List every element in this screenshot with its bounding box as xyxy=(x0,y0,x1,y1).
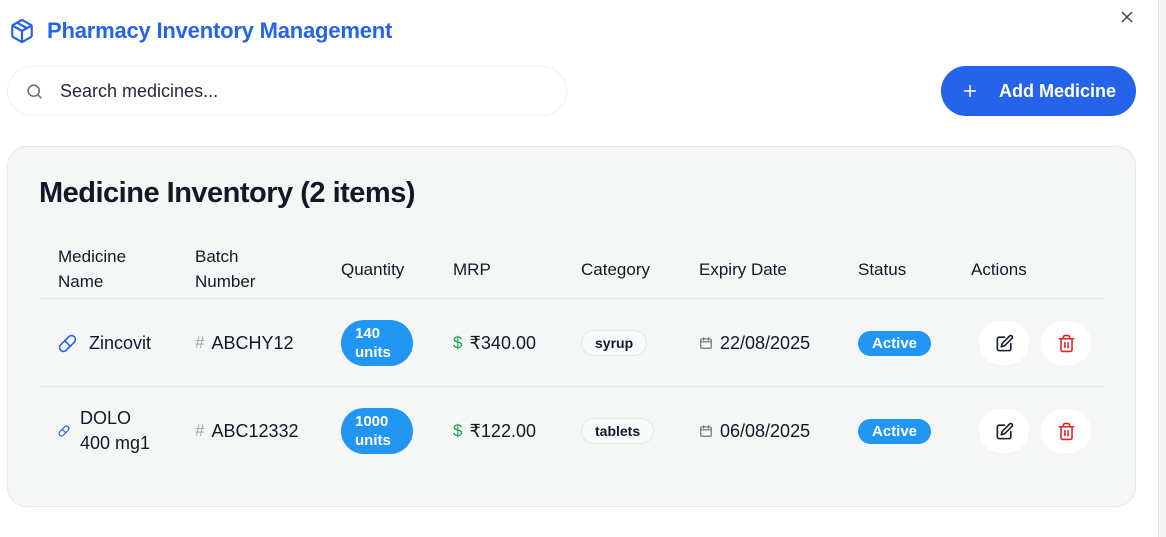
table-row: Zincovit # ABCHY12 140 units $ ₹340.00 s… xyxy=(39,299,1106,387)
status-cell: Active xyxy=(858,387,958,475)
expiry-cell: 06/08/2025 xyxy=(699,387,849,475)
inventory-table: Medicine Name Batch Number Quantity MRP … xyxy=(39,239,1106,475)
close-icon xyxy=(1121,11,1133,23)
quantity-unit: units xyxy=(355,432,391,449)
category-badge: syrup xyxy=(581,330,648,356)
calendar-icon xyxy=(699,424,713,438)
category-cell: syrup xyxy=(581,299,691,387)
add-medicine-button[interactable]: Add Medicine xyxy=(941,66,1136,116)
status-badge: Active xyxy=(858,418,932,444)
medicine-name-cell: Zincovit xyxy=(58,299,188,387)
edit-icon xyxy=(996,334,1013,351)
pharmacy-inventory-page: Pharmacy Inventory Management Add Medici… xyxy=(0,0,1166,537)
medicine-name-cell: DOLO 400 mg1 xyxy=(58,387,188,475)
batch-number: ABC12332 xyxy=(211,420,299,441)
calendar-icon xyxy=(699,336,713,350)
search-bar xyxy=(7,66,567,116)
plus-icon xyxy=(961,82,979,100)
trash-icon xyxy=(1058,334,1074,352)
status-cell: Active xyxy=(858,299,958,387)
mrp-cell: $ ₹122.00 xyxy=(453,387,573,475)
add-medicine-label: Add Medicine xyxy=(998,80,1116,101)
search-icon xyxy=(24,81,44,101)
column-header-expiry: Expiry Date xyxy=(699,259,787,279)
hash-icon: # xyxy=(195,333,205,352)
actions-cell xyxy=(971,387,1111,475)
quantity-cell: 140 units xyxy=(341,299,446,387)
column-header-actions: Actions xyxy=(971,259,1027,279)
table-row: DOLO 400 mg1 # ABC12332 1000 units $ ₹12… xyxy=(39,387,1106,475)
quantity-badge: 1000 units xyxy=(341,408,413,454)
close-button[interactable] xyxy=(1117,7,1137,27)
edit-button[interactable] xyxy=(979,409,1029,453)
inventory-heading: Medicine Inventory (2 items) xyxy=(39,177,416,209)
quantity-unit: units xyxy=(355,344,391,361)
pill-icon xyxy=(58,425,70,437)
dollar-icon: $ xyxy=(453,333,463,352)
column-header-batch: Batch Number xyxy=(195,247,256,291)
mrp-cell: $ ₹340.00 xyxy=(453,299,573,387)
batch-cell: # ABCHY12 xyxy=(195,299,335,387)
medicine-name: Zincovit xyxy=(89,332,152,353)
delete-button[interactable] xyxy=(1041,321,1091,365)
expiry-date: 06/08/2025 xyxy=(720,420,811,441)
medicine-name: DOLO 400 mg1 xyxy=(80,408,151,453)
quantity-badge: 140 units xyxy=(341,320,413,366)
category-cell: tablets xyxy=(581,387,691,475)
inventory-card: Medicine Inventory (2 items) Medicine Na… xyxy=(7,146,1136,507)
quantity-cell: 1000 units xyxy=(341,387,446,475)
search-input[interactable] xyxy=(60,80,530,102)
column-header-name: Medicine Name xyxy=(58,247,127,291)
hash-icon: # xyxy=(195,421,205,440)
column-header-status: Status xyxy=(858,259,907,279)
trash-icon xyxy=(1058,422,1074,440)
column-header-category: Category xyxy=(581,259,650,279)
quantity-value: 1000 xyxy=(355,413,389,430)
edit-icon xyxy=(996,422,1013,439)
expiry-date: 22/08/2025 xyxy=(720,332,811,353)
mrp-value: ₹340.00 xyxy=(469,332,536,353)
app-title: Pharmacy Inventory Management xyxy=(47,18,393,43)
package-icon xyxy=(9,18,35,44)
status-badge: Active xyxy=(858,330,932,356)
quantity-value: 140 xyxy=(355,325,381,342)
dollar-icon: $ xyxy=(453,421,463,440)
actions-cell xyxy=(971,299,1111,387)
window-edge xyxy=(1158,0,1166,537)
pill-icon xyxy=(58,334,77,353)
batch-number: ABCHY12 xyxy=(211,332,294,353)
expiry-cell: 22/08/2025 xyxy=(699,299,849,387)
table-header: Medicine Name Batch Number Quantity MRP … xyxy=(39,239,1106,299)
edit-button[interactable] xyxy=(979,321,1029,365)
category-badge: tablets xyxy=(581,418,655,444)
app-header: Pharmacy Inventory Management xyxy=(9,18,392,44)
column-header-quantity: Quantity xyxy=(341,259,405,279)
delete-button[interactable] xyxy=(1041,409,1091,453)
column-header-mrp: MRP xyxy=(453,259,491,279)
mrp-value: ₹122.00 xyxy=(469,420,536,441)
batch-cell: # ABC12332 xyxy=(195,387,335,475)
